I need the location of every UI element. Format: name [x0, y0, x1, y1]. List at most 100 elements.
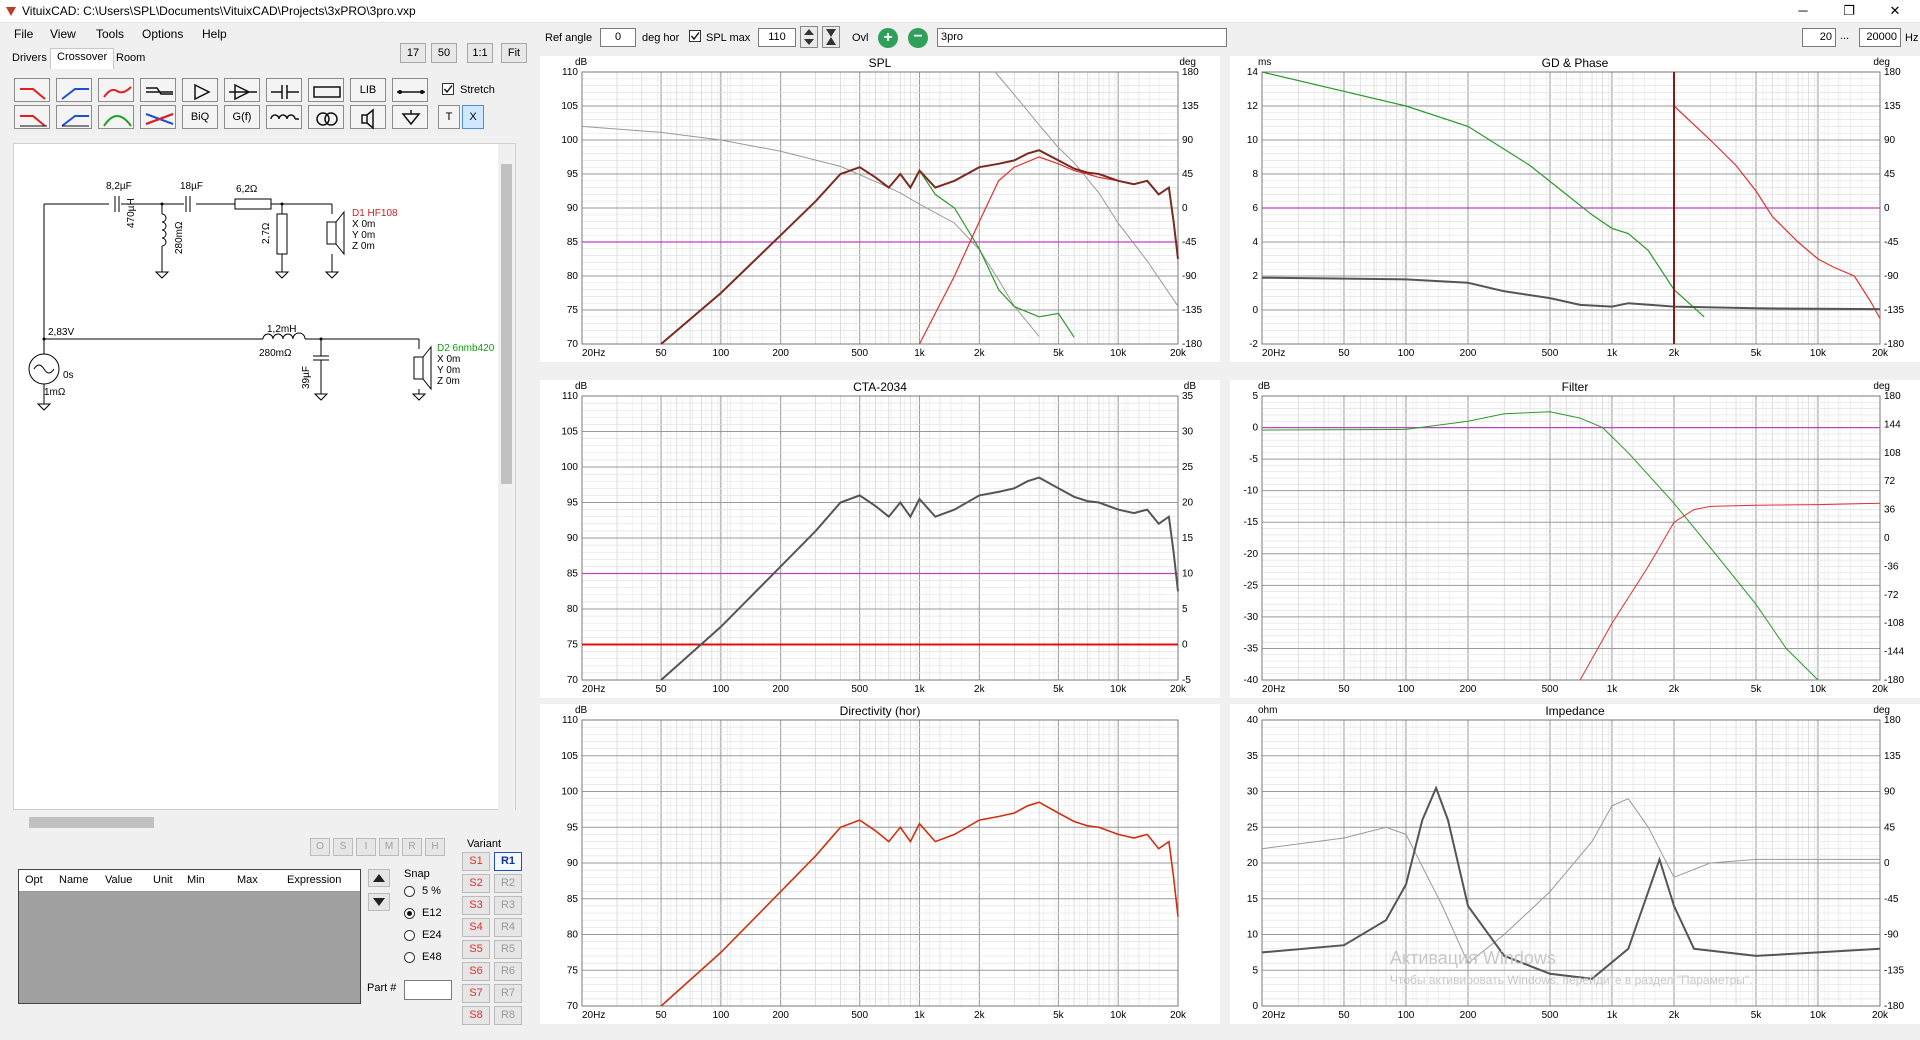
variant-s4-button[interactable]: S4 [462, 918, 490, 937]
highpass-1st-icon[interactable] [56, 78, 92, 102]
wire-icon[interactable] [392, 78, 428, 102]
variant-s6-button[interactable]: S6 [462, 962, 490, 981]
c1-value[interactable]: 8,2µF [106, 181, 132, 192]
directivity-graph[interactable]: 70 75 80 85 90 95 100 105 110 20Hz 50 100 200 500 1k 2k… [540, 704, 1220, 1024]
bandpass-2nd-icon[interactable] [98, 105, 134, 129]
shelf-icon[interactable] [140, 78, 176, 102]
buffer-icon[interactable] [182, 78, 218, 102]
cta-2034-graph[interactable]: 70 75 80 85 90 95 100 105 110 -5 0 5 10 15 20 25 30 35 20H… [540, 380, 1220, 698]
vertical-scrollbar[interactable] [498, 144, 515, 810]
inductor-icon[interactable] [266, 105, 302, 129]
variant-r5-button[interactable]: R5 [494, 940, 522, 959]
variant-r3-button[interactable]: R3 [494, 896, 522, 915]
overlay-name-input[interactable]: 3pro [937, 28, 1227, 47]
add-overlay-button[interactable]: + [878, 28, 898, 48]
menu-options[interactable]: Options [142, 27, 183, 41]
snap-radio-5[interactable] [404, 886, 415, 897]
l1-value[interactable]: 470µH [126, 198, 137, 228]
d2-name[interactable]: D2 6nmb420 [437, 343, 494, 354]
zoom-50-button[interactable]: 50 [431, 43, 457, 63]
resistor-icon[interactable] [308, 78, 344, 102]
opt-m-button[interactable]: M [379, 838, 399, 856]
move-down-button[interactable] [368, 893, 390, 911]
maximize-button[interactable]: ❐ [1826, 0, 1872, 23]
variant-r8-button[interactable]: R8 [494, 1006, 522, 1025]
hourglass-icon[interactable] [822, 26, 840, 48]
tab-room[interactable]: Room [110, 50, 151, 68]
lowpass-2nd-icon[interactable] [14, 105, 50, 129]
transfer-function-button[interactable]: G(f) [224, 105, 260, 129]
snap-radio-E48[interactable] [404, 952, 415, 963]
c3-value[interactable]: 39µF [301, 366, 312, 389]
capacitor-icon[interactable] [266, 78, 302, 102]
variant-s7-button[interactable]: S7 [462, 984, 490, 1003]
spl-max-spinner[interactable] [800, 26, 818, 48]
biquad-button[interactable]: BiQ [182, 105, 218, 129]
l1-resistance[interactable]: 280mΩ [174, 222, 185, 255]
zoom-fit-button[interactable]: Fit [501, 43, 527, 63]
notch-icon[interactable] [140, 105, 176, 129]
x-tick-label: 1k [914, 1010, 926, 1021]
gd-phase-graph[interactable]: -2 0 2 4 6 8 10 12 14 -180 -135 -90 -45 0 45 90 135 180 20… [1230, 56, 1920, 362]
tab-crossover[interactable]: Crossover [50, 48, 115, 69]
stretch-checkbox[interactable] [442, 83, 454, 95]
c2-value[interactable]: 18µF [180, 181, 203, 192]
zoom-17-button[interactable]: 17 [400, 43, 426, 63]
menu-help[interactable]: Help [202, 27, 227, 41]
amplifier-icon[interactable] [224, 78, 260, 102]
freq-min-input[interactable]: 20 [1802, 28, 1836, 47]
close-button[interactable]: ✕ [1872, 0, 1918, 23]
x-tick-label: 5k [1751, 348, 1763, 359]
opt-o-button[interactable]: O [310, 838, 330, 856]
text-button[interactable]: T [438, 105, 460, 129]
menu-view[interactable]: View [50, 27, 76, 41]
bandpass-icon[interactable] [98, 78, 134, 102]
variant-r4-button[interactable]: R4 [494, 918, 522, 937]
driver-icon[interactable] [350, 105, 386, 130]
menu-file[interactable]: File [14, 27, 33, 41]
l2-resistance[interactable]: 280mΩ [259, 348, 292, 359]
r2-value[interactable]: 2,7Ω [261, 223, 272, 244]
part-number-input[interactable] [404, 980, 452, 1000]
variant-r6-button[interactable]: R6 [494, 962, 522, 981]
opt-i-button[interactable]: I [356, 838, 376, 856]
minimize-button[interactable]: ─ [1780, 0, 1826, 23]
variant-r2-button[interactable]: R2 [494, 874, 522, 893]
remove-overlay-button[interactable]: − [908, 28, 928, 48]
schematic-canvas[interactable]: 8,2µF 18µF 6,2Ω 470µH 280mΩ 2,7Ω D1 HF10… [13, 143, 516, 810]
opt-h-button[interactable]: H [425, 838, 445, 856]
transformer-icon[interactable] [308, 105, 344, 129]
snap-radio-E12[interactable] [404, 908, 415, 919]
variant-r7-button[interactable]: R7 [494, 984, 522, 1003]
ground-icon[interactable] [392, 105, 428, 129]
delete-button[interactable]: X [462, 105, 484, 129]
variant-r1-button[interactable]: R1 [494, 852, 522, 871]
variant-s8-button[interactable]: S8 [462, 1006, 490, 1025]
source-voltage[interactable]: 2,83V [48, 327, 74, 338]
variant-s3-button[interactable]: S3 [462, 896, 490, 915]
variant-s2-button[interactable]: S2 [462, 874, 490, 893]
parameter-table[interactable]: Opt Name Value Unit Min Max Expression [18, 869, 361, 1004]
lowpass-1st-icon[interactable] [14, 78, 50, 102]
tab-drivers[interactable]: Drivers [6, 50, 53, 68]
highpass-2nd-icon[interactable] [56, 105, 92, 129]
opt-r-button[interactable]: R [402, 838, 422, 856]
variant-s5-button[interactable]: S5 [462, 940, 490, 959]
variant-s1-button[interactable]: S1 [462, 852, 490, 871]
horizontal-scrollbar[interactable] [13, 814, 513, 831]
zoom-1-1-button[interactable]: 1:1 [467, 43, 493, 63]
opt-s-button[interactable]: S [333, 838, 353, 856]
spl-max-checkbox[interactable] [689, 30, 701, 42]
library-button[interactable]: LIB [350, 78, 386, 102]
r1-value[interactable]: 6,2Ω [236, 184, 257, 195]
d1-name[interactable]: D1 HF108 [352, 208, 398, 219]
move-up-button[interactable] [368, 869, 390, 887]
menu-tools[interactable]: Tools [96, 27, 124, 41]
filter-graph[interactable]: -40 -35 -30 -25 -20 -15 -10 -5 0 5 -180 -144 -108 -72… [1230, 380, 1920, 698]
snap-radio-E24[interactable] [404, 930, 415, 941]
spl-graph[interactable]: 70 75 80 85 90 95 100 105 110 -180 -135 -90 -45 0 45 90… [540, 56, 1220, 362]
l2-value[interactable]: 1,2mH [267, 324, 296, 335]
freq-max-input[interactable]: 20000 [1859, 28, 1901, 47]
ref-angle-input[interactable]: 0 [600, 28, 636, 47]
spl-max-input[interactable]: 110 [758, 28, 796, 47]
